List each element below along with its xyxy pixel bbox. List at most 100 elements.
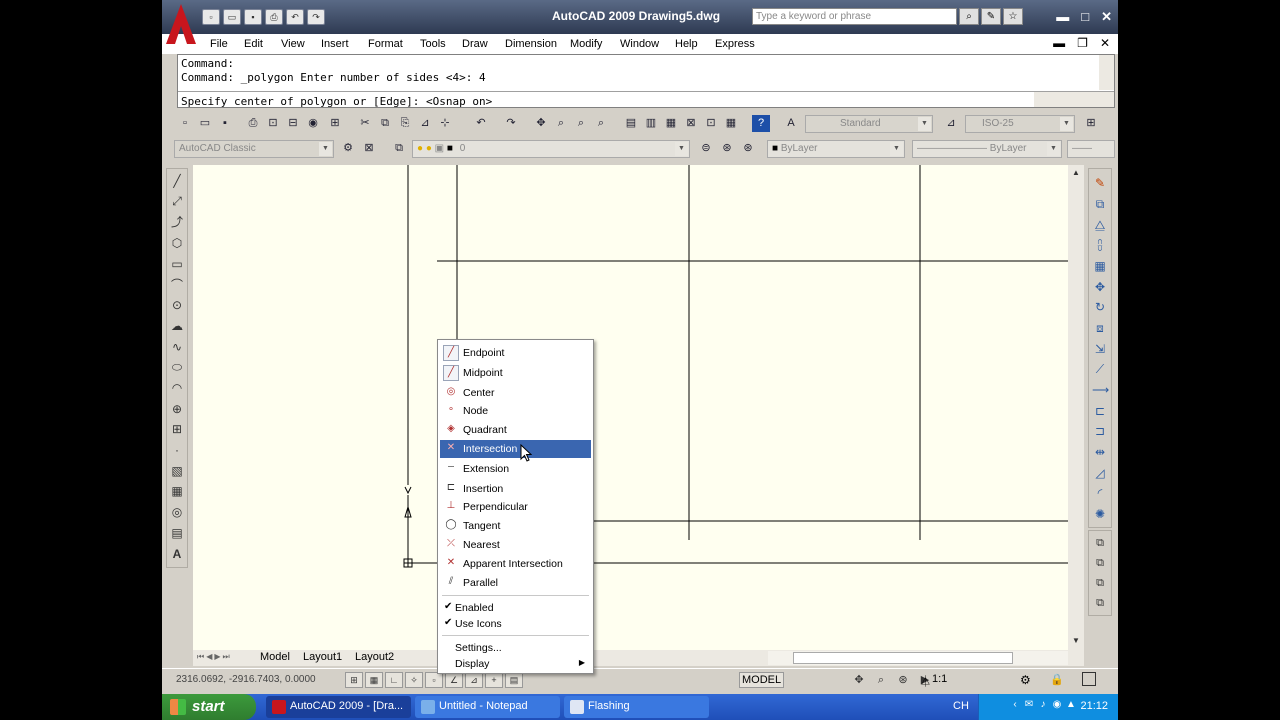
break-icon[interactable]: ⊐ [1092, 423, 1108, 439]
lineweight-select[interactable]: —— [1067, 140, 1115, 158]
menu-modify[interactable]: Modify [570, 38, 602, 50]
send-under-icon[interactable]: ⧉ [1092, 595, 1108, 611]
ellipse-arc-icon[interactable]: ◠ [169, 380, 185, 396]
lineweight-icon[interactable]: ▤ [505, 672, 523, 688]
doc-close-icon[interactable]: ✕ [1100, 36, 1110, 50]
tray-volume-icon[interactable]: ♪ [1037, 699, 1049, 713]
close-button[interactable]: ✕ [1101, 9, 1112, 25]
trim-icon[interactable]: ⟋ [1092, 361, 1108, 377]
menu-item-parallel[interactable]: ⫽ Parallel [440, 574, 591, 592]
help-icon[interactable]: ? [752, 115, 770, 132]
circle-icon[interactable]: ⊙ [169, 297, 185, 313]
plot-preview-icon[interactable]: ⊡ [264, 115, 282, 132]
zoom-realtime-icon[interactable]: ⌕ [552, 115, 570, 132]
doc-minimize-icon[interactable]: ▬ [1053, 36, 1065, 50]
menu-insert[interactable]: Insert [321, 38, 349, 50]
favorites-icon[interactable]: ☆ [1003, 8, 1023, 25]
command-line[interactable]: Command: Command: _polygon Enter number … [177, 54, 1115, 108]
zoom-status-icon[interactable]: ⌕ [872, 672, 890, 688]
calculator-icon[interactable]: ▦ [722, 115, 740, 132]
prev-tab-icon[interactable]: ◀ [206, 652, 212, 662]
maximize-button[interactable]: □ [1081, 9, 1089, 25]
redo-icon[interactable]: ↷ [307, 9, 325, 25]
menu-item-quadrant[interactable]: ◈ Quadrant [440, 421, 591, 439]
tab-model[interactable]: Model [260, 651, 290, 663]
design-center-icon[interactable]: ▥ [642, 115, 660, 132]
tray-arrow-icon[interactable]: ‹ [1009, 699, 1021, 713]
plot-icon[interactable]: ⎙ [244, 115, 262, 132]
menu-item-nearest[interactable]: ⤫ Nearest [440, 536, 591, 554]
make-block-icon[interactable]: ⊞ [169, 421, 185, 437]
ellipse-icon[interactable]: ⬭ [169, 359, 185, 375]
menu-file[interactable]: File [210, 38, 228, 50]
menu-edit[interactable]: Edit [244, 38, 263, 50]
text-style-select[interactable]: Standard ▼ [805, 115, 933, 133]
region-icon[interactable]: ◎ [169, 504, 185, 520]
menu-item-use-icons[interactable]: ✔ Use Icons [440, 615, 591, 633]
chamfer-icon[interactable]: ◿ [1092, 465, 1108, 481]
menu-window[interactable]: Window [620, 38, 659, 50]
offset-icon[interactable]: ⩉ [1092, 237, 1108, 253]
last-tab-icon[interactable]: ⏭ [223, 652, 230, 662]
menu-draw[interactable]: Draw [462, 38, 488, 50]
ortho-icon[interactable]: ∟ [385, 672, 403, 688]
doc-restore-icon[interactable]: ❐ [1077, 36, 1088, 50]
explode-icon[interactable]: ✺ [1092, 506, 1108, 522]
zoom-window-icon[interactable]: ⌕ [572, 115, 590, 132]
tray-network-icon[interactable]: ✉ [1023, 699, 1035, 713]
open-icon[interactable]: ▭ [196, 115, 214, 132]
etransmit-icon[interactable]: ⊞ [326, 115, 344, 132]
menu-help[interactable]: Help [675, 38, 698, 50]
publish-icon[interactable]: ⊟ [284, 115, 302, 132]
steering-wheel-icon[interactable]: ⊛ [894, 672, 912, 688]
3d-dwf-icon[interactable]: ◉ [304, 115, 322, 132]
osnap-icon[interactable]: ▫ [425, 672, 443, 688]
block-editor-icon[interactable]: ⊹ [436, 115, 454, 132]
workspace-settings-icon[interactable]: ⚙ [339, 140, 357, 157]
bring-above-icon[interactable]: ⧉ [1092, 575, 1108, 591]
command-scrollbar[interactable] [1099, 55, 1114, 90]
drawing-hscrollbar[interactable] [768, 651, 1068, 665]
taskbar-item-autocad[interactable]: AutoCAD 2009 - [Dra... [266, 696, 411, 718]
rotate-icon[interactable]: ↻ [1092, 299, 1108, 315]
menu-item-midpoint[interactable]: ╱ Midpoint [440, 364, 591, 382]
hscroll-thumb[interactable] [793, 652, 1013, 664]
taskbar-item-notepad[interactable]: Untitled - Notepad [415, 696, 560, 718]
dim-style-icon[interactable]: ⊿ [942, 115, 960, 132]
clock[interactable]: 21:12 [1080, 700, 1108, 712]
text-style-icon[interactable]: A [782, 115, 800, 132]
array-icon[interactable]: ▦ [1092, 258, 1108, 274]
menu-item-intersection[interactable]: ✕ Intersection [440, 440, 591, 458]
menu-item-extension[interactable]: ┄ Extension [440, 460, 591, 478]
open-icon[interactable]: ▭ [223, 9, 241, 25]
pan-icon[interactable]: ✥ [532, 115, 550, 132]
match-properties-icon[interactable]: ⊿ [416, 115, 434, 132]
move-icon[interactable]: ✥ [1092, 279, 1108, 295]
taskbar-item-flashing[interactable]: Flashing [564, 696, 709, 718]
model-space-toggle[interactable]: MODEL [739, 672, 785, 688]
menu-item-center[interactable]: ◎ Center [440, 384, 591, 402]
mirror-icon[interactable]: ⧋ [1092, 217, 1108, 233]
tray-security-icon[interactable]: ◉ [1051, 699, 1063, 713]
properties-icon[interactable]: ▤ [622, 115, 640, 132]
paste-icon[interactable]: ⎘ [396, 115, 414, 132]
cut-icon[interactable]: ✂ [356, 115, 374, 132]
otrack-icon[interactable]: ∠ [445, 672, 463, 688]
ducs-icon[interactable]: ⊿ [465, 672, 483, 688]
sheet-set-icon[interactable]: ⊠ [682, 115, 700, 132]
construction-line-icon[interactable]: ⤢ [169, 193, 185, 209]
polar-icon[interactable]: ✧ [405, 672, 423, 688]
erase-icon[interactable]: ✎ [1092, 175, 1108, 191]
scroll-up-icon[interactable]: ▲ [1070, 167, 1082, 179]
language-indicator[interactable]: CH [953, 700, 969, 712]
command-prompt[interactable]: Specify center of polygon or [Edge]: <Os… [181, 95, 492, 108]
copy-object-icon[interactable]: ⧉ [1092, 196, 1108, 212]
menu-item-insertion[interactable]: ⊏ Insertion [440, 480, 591, 498]
tool-palettes-icon[interactable]: ▦ [662, 115, 680, 132]
insert-block-icon[interactable]: ⊕ [169, 401, 185, 417]
menu-item-perpendicular[interactable]: ⊥ Perpendicular [440, 498, 591, 516]
fillet-icon[interactable]: ◜ [1092, 485, 1108, 501]
search-icon[interactable]: ⌕ [959, 8, 979, 25]
undo-icon[interactable]: ↶ [472, 115, 490, 132]
zoom-previous-icon[interactable]: ⌕ [592, 115, 610, 132]
